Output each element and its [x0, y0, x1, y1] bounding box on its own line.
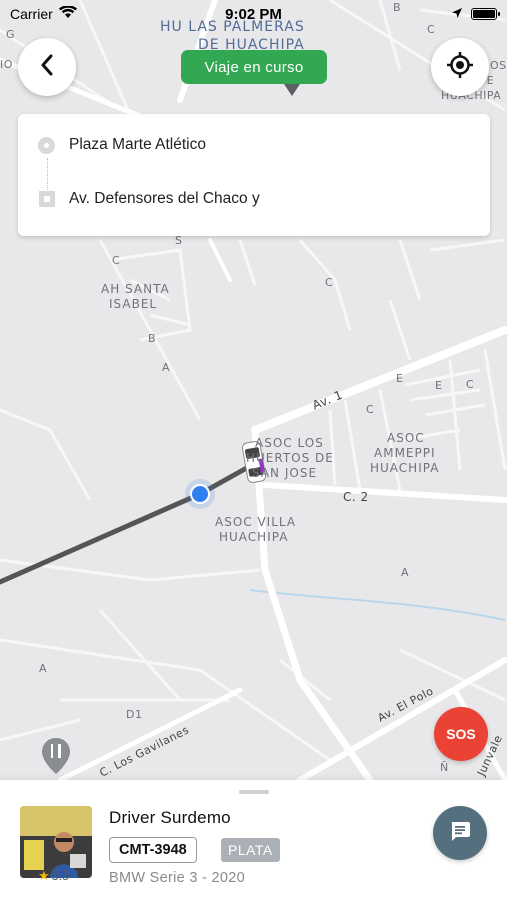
- map-label-area: HUACHIPA: [370, 461, 440, 475]
- battery-icon: [471, 8, 500, 20]
- map-label-road: C. 2: [343, 490, 369, 504]
- trip-status-badge: Viaje en curso: [181, 50, 327, 84]
- car-model: BMW Serie 3 - 2020: [109, 870, 245, 886]
- map-label-block: E: [396, 372, 404, 385]
- route-card[interactable]: [18, 114, 490, 236]
- map-label-block: A: [162, 361, 171, 374]
- map-label-block: C: [366, 403, 375, 416]
- map-label-area: AH SANTA: [101, 282, 170, 296]
- map-label-block: C: [325, 276, 334, 289]
- sheet-drag-handle[interactable]: [239, 790, 269, 794]
- map-label-area: ISABEL: [109, 297, 158, 311]
- map-label-area: AMMEPPI: [374, 446, 436, 460]
- chat-icon: [449, 820, 471, 847]
- map-label-block: C: [112, 254, 121, 267]
- star-icon: ★: [38, 868, 50, 883]
- status-bar: Carrier 9:02 PM: [0, 0, 507, 28]
- destination-address: Av. Defensores del Chaco y: [69, 190, 260, 207]
- map-label-area: HUACHIPA: [219, 530, 289, 544]
- map-label-area: ASOC LOS: [255, 436, 324, 450]
- driver-sheet[interactable]: ★ 3.5 Driver Surdemo CMT-3948 PLATA BMW …: [0, 780, 507, 900]
- map-label-area: ASOC: [387, 431, 425, 445]
- wifi-icon: [58, 5, 77, 22]
- location-arrow-icon: [451, 6, 463, 22]
- chat-button[interactable]: [433, 806, 487, 860]
- map-label-area: HUERTOS DE: [246, 451, 334, 465]
- trip-status-pointer: [284, 84, 300, 96]
- map-label-block: A: [39, 662, 48, 675]
- route-connector: [47, 158, 48, 192]
- origin-marker-icon: [38, 136, 55, 154]
- map-label-block: C: [466, 378, 475, 391]
- map-label-block: E: [435, 379, 443, 392]
- map-label-block: G: [6, 28, 16, 41]
- chevron-left-icon: [40, 54, 54, 81]
- map-label-area: OS: [490, 59, 507, 72]
- back-button[interactable]: [18, 38, 76, 96]
- rating-value: 3.5: [51, 869, 70, 883]
- my-location-button[interactable]: [431, 38, 489, 96]
- map-label-block: D1: [126, 708, 143, 721]
- clock: 9:02 PM: [225, 5, 282, 23]
- carrier-label: Carrier: [10, 6, 53, 22]
- service-tier-badge: PLATA: [221, 838, 280, 862]
- map-label-area: ASOC VILLA: [215, 515, 297, 529]
- driver-rating: ★ 3.5: [38, 868, 69, 884]
- map-label-block: B: [148, 332, 157, 345]
- map-label-block: IO: [0, 58, 13, 71]
- origin-address: Plaza Marte Atlético: [69, 136, 206, 153]
- destination-row[interactable]: Av. Defensores del Chaco y: [39, 190, 260, 208]
- destination-marker-icon: [39, 191, 55, 207]
- crosshair-icon: [446, 51, 474, 84]
- driver-name: Driver Surdemo: [109, 808, 231, 827]
- map-label-block: Ñ: [440, 761, 449, 774]
- sos-button[interactable]: SOS: [434, 707, 488, 761]
- map-label-block: A: [401, 566, 410, 579]
- license-plate: CMT-3948: [109, 837, 197, 863]
- map-label-area: SAN JOSE: [252, 466, 318, 480]
- origin-row[interactable]: Plaza Marte Atlético: [38, 136, 206, 154]
